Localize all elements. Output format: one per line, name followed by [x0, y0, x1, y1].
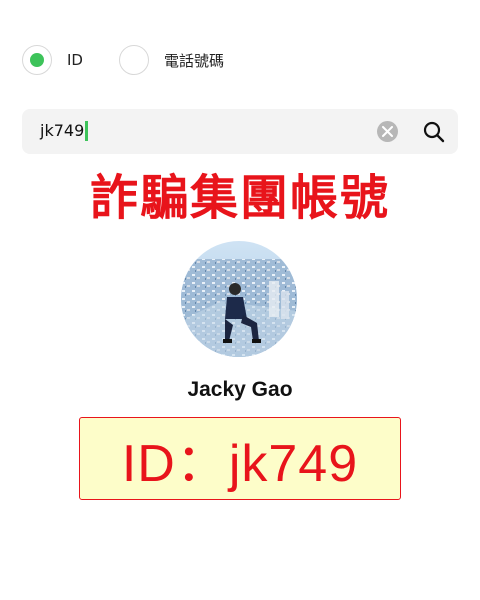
radio-id-selected-icon[interactable]: [22, 45, 52, 75]
search-bar[interactable]: jk749: [22, 109, 458, 154]
radio-label-id: ID: [67, 51, 83, 69]
profile-name: Jacky Gao: [187, 378, 293, 401]
radio-option-phone[interactable]: 電話號碼: [118, 45, 224, 75]
radio-phone-unselected-icon[interactable]: [118, 45, 149, 75]
search-input-value: jk749: [40, 121, 85, 140]
id-callout-text: ID：jk749: [121, 435, 359, 493]
search-icon[interactable]: [422, 120, 446, 144]
avatar: [181, 241, 297, 357]
search-type-selector: ID 電話號碼: [22, 45, 224, 75]
scam-account-warning-title: 詐騙集團帳號: [89, 170, 390, 226]
id-callout-box: ID：jk749: [79, 417, 401, 500]
search-input[interactable]: jk749: [40, 121, 89, 141]
radio-option-id[interactable]: ID: [22, 45, 83, 75]
clear-icon[interactable]: [377, 121, 398, 142]
radio-label-phone: 電話號碼: [163, 51, 224, 70]
text-cursor: [85, 121, 89, 141]
